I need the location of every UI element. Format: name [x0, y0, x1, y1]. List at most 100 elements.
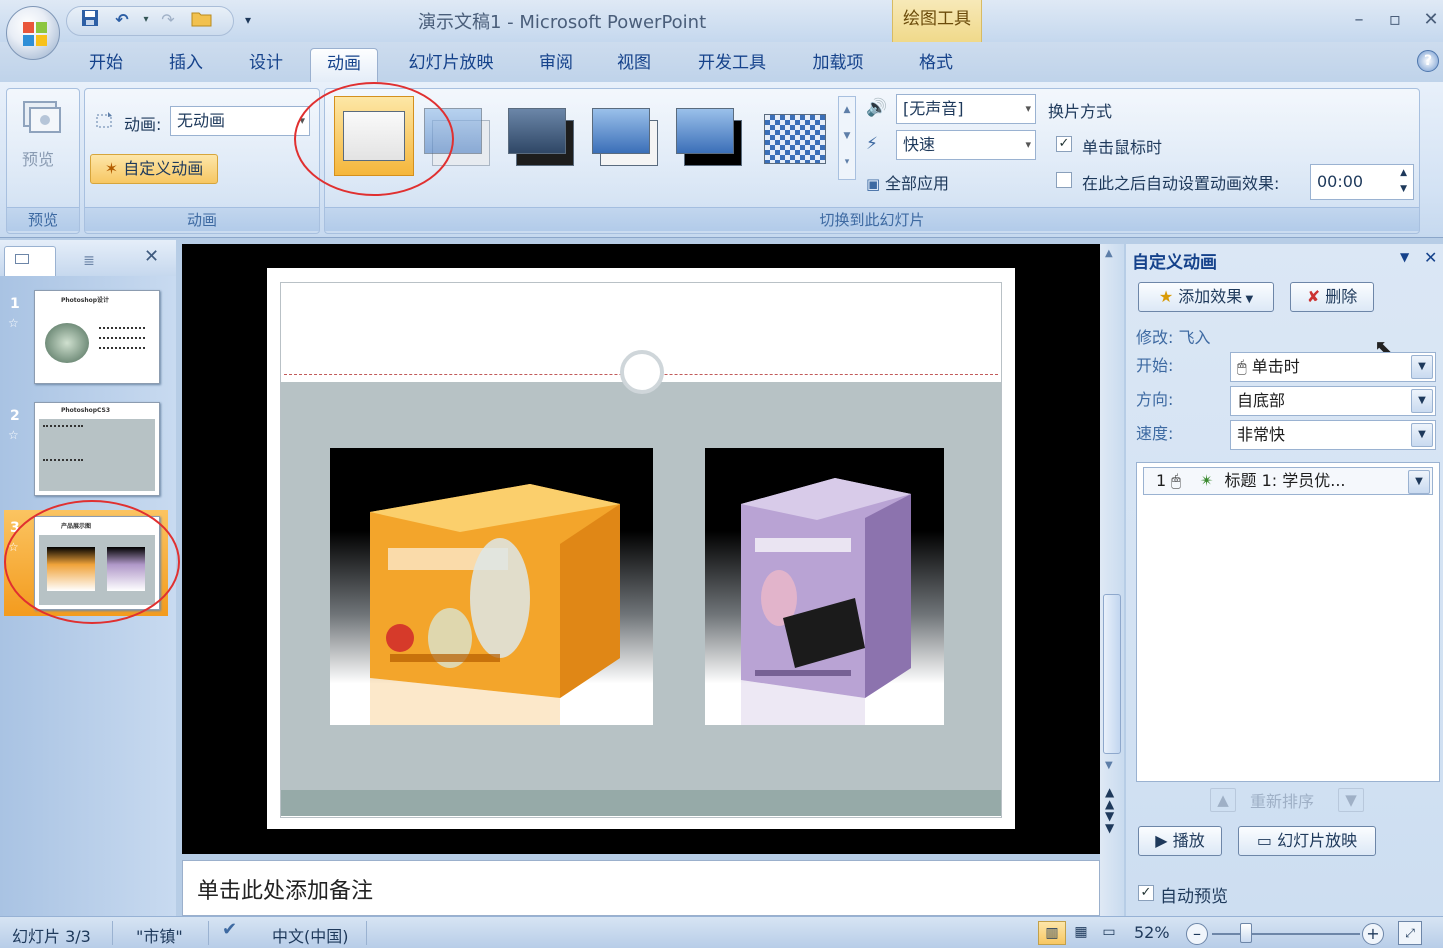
speed-select[interactable]: 非常快 ▼	[1230, 420, 1436, 450]
auto-after-label: 在此之后自动设置动画效果:	[1082, 174, 1280, 193]
slide-thumbnail-2[interactable]: PhotoshopCS3	[34, 402, 160, 496]
play-button[interactable]: ▶ 播放	[1138, 826, 1222, 856]
custom-animation-button[interactable]: ✶ 自定义动画	[90, 154, 218, 184]
auto-preview-checkbox[interactable]: ✓	[1138, 885, 1154, 901]
preview-button[interactable]: 预览	[16, 94, 66, 184]
fit-to-window-icon[interactable]: ⤢	[1398, 921, 1422, 945]
tab-developer[interactable]: 开发工具	[684, 48, 780, 82]
tab-format[interactable]: 格式	[904, 48, 968, 82]
move-up-icon[interactable]: ▲	[1210, 788, 1236, 812]
window-title: 演示文稿1 - Microsoft PowerPoint	[418, 12, 707, 33]
tab-design[interactable]: 设计	[236, 48, 296, 82]
transition-fade-through-black[interactable]	[502, 96, 582, 176]
chevron-down-icon[interactable]: ▼	[1411, 389, 1433, 413]
start-select[interactable]: 🖱 单击时 ▼	[1230, 352, 1436, 382]
product-image-cooker[interactable]	[705, 448, 944, 725]
slide-thumbnail-1[interactable]: Photoshop设计	[34, 290, 160, 384]
gallery-more-icon[interactable]: ▾	[839, 149, 855, 175]
tab-home[interactable]: 开始	[76, 48, 136, 82]
auto-time-spinner[interactable]: 00:00 ▲ ▼	[1310, 164, 1414, 200]
add-effect-button[interactable]: ★ 添加效果 ▼	[1138, 282, 1274, 312]
tab-review[interactable]: 审阅	[526, 48, 586, 82]
list-item-index: 1	[1156, 471, 1167, 490]
undo-dropdown-icon[interactable]: ▾	[134, 8, 158, 32]
advance-mode-title: 换片方式	[1048, 102, 1113, 121]
transition-dissolve[interactable]	[754, 96, 834, 176]
gallery-scroll[interactable]: ▲ ▼ ▾	[838, 96, 856, 180]
list-item[interactable]: 1 🖱 ✴ 标题 1: 学员优... ▼	[1143, 467, 1433, 495]
office-button[interactable]	[6, 6, 60, 60]
move-down-icon[interactable]: ▼	[1338, 788, 1364, 812]
next-slide-icon[interactable]: ▼ ▼	[1105, 810, 1114, 834]
tab-slides-icon[interactable]	[4, 246, 56, 276]
customize-qat-icon[interactable]: ▾	[236, 8, 260, 32]
reorder-label: 重新排序	[1250, 792, 1315, 811]
play-label: 播放	[1172, 831, 1205, 850]
zoom-slider-handle[interactable]	[1240, 923, 1252, 943]
auto-preview-label: 自动预览	[1160, 887, 1228, 907]
taskpane-close-icon[interactable]: ✕	[1424, 248, 1437, 267]
zoom-in-icon[interactable]: +	[1362, 923, 1384, 945]
undo-icon[interactable]: ↶	[110, 8, 134, 32]
tab-addins[interactable]: 加载项	[800, 48, 876, 82]
normal-view-icon[interactable]: ▥	[1038, 921, 1066, 945]
previous-slide-icon[interactable]: ▲ ▲	[1105, 786, 1114, 810]
group-transition-label: 切换到此幻灯片	[325, 207, 1419, 231]
pane-close-icon[interactable]: ✕	[144, 246, 159, 267]
redo-icon[interactable]: ↷	[156, 8, 180, 32]
notes-area[interactable]: 单击此处添加备注	[182, 860, 1100, 916]
speed-value: 非常快	[1237, 425, 1286, 444]
slideshow-button[interactable]: ▭ 幻灯片放映	[1238, 826, 1376, 856]
help-icon[interactable]: ?	[1417, 50, 1439, 72]
tab-view[interactable]: 视图	[604, 48, 664, 82]
zoom-level[interactable]: 52%	[1134, 923, 1170, 942]
transition-cut[interactable]	[586, 96, 666, 176]
save-icon[interactable]	[78, 8, 102, 32]
zoom-slider-track[interactable]	[1212, 933, 1360, 935]
speed-select-value: 快速	[903, 135, 936, 154]
sound-select[interactable]: [无声音] ▾	[896, 94, 1036, 124]
scroll-down-icon[interactable]: ▼	[1105, 760, 1113, 771]
slide-sorter-icon[interactable]: ▦	[1068, 921, 1094, 945]
direction-select[interactable]: 自底部 ▼	[1230, 386, 1436, 416]
tab-insert[interactable]: 插入	[156, 48, 216, 82]
taskpane-menu-icon[interactable]: ▼	[1400, 250, 1409, 264]
auto-time-value: 00:00	[1317, 172, 1364, 191]
scroll-up-icon[interactable]: ▲	[1105, 248, 1113, 259]
minimize-icon[interactable]: –	[1342, 6, 1376, 34]
office-logo-icon	[23, 22, 47, 46]
close-icon[interactable]: ✕	[1414, 6, 1443, 34]
custom-animation-label: 自定义动画	[123, 159, 204, 178]
chevron-down-icon[interactable]: ▼	[1411, 355, 1433, 379]
chevron-down-icon[interactable]: ▼	[1411, 423, 1433, 447]
gallery-down-icon[interactable]: ▼	[839, 123, 855, 149]
animation-select[interactable]: 无动画 ▾	[170, 106, 310, 136]
preview-icon	[23, 101, 61, 133]
open-icon[interactable]	[190, 8, 214, 32]
scroll-thumb[interactable]	[1103, 594, 1121, 754]
slideshow-view-icon[interactable]: ▭	[1096, 921, 1122, 945]
animation-list[interactable]: 1 🖱 ✴ 标题 1: 学员优... ▼	[1136, 462, 1440, 782]
gallery-up-icon[interactable]: ▲	[839, 97, 855, 123]
product-image-blender[interactable]	[330, 448, 653, 725]
chevron-down-icon[interactable]: ▼	[1408, 470, 1430, 494]
tab-outline-icon[interactable]: ≣	[62, 248, 116, 276]
custom-animation-icon: ✶	[104, 159, 124, 178]
zoom-out-icon[interactable]: –	[1186, 923, 1208, 945]
spin-down-icon[interactable]: ▼	[1400, 181, 1407, 197]
delete-button[interactable]: ✘ 删除	[1290, 282, 1374, 312]
on-click-checkbox[interactable]: ✓	[1056, 136, 1072, 152]
tab-slideshow[interactable]: 幻灯片放映	[396, 48, 506, 82]
speed-select[interactable]: 快速 ▾	[896, 130, 1036, 160]
spellcheck-icon[interactable]: ✔	[222, 919, 237, 940]
vertical-scrollbar[interactable]: ▲ ▼ ▲ ▲ ▼ ▼	[1100, 244, 1124, 916]
transition-cut-through-black[interactable]	[670, 96, 750, 176]
modify-label: 修改: 飞入	[1136, 328, 1211, 347]
spin-up-icon[interactable]: ▲	[1400, 165, 1407, 181]
chevron-down-icon: ▾	[1025, 138, 1031, 151]
maximize-icon[interactable]: ▫	[1378, 6, 1412, 34]
language[interactable]: 中文(中国)	[272, 923, 349, 947]
tab-animations[interactable]: 动画	[310, 48, 378, 82]
apply-all-button[interactable]: ▣ 全部应用	[866, 170, 976, 196]
auto-after-checkbox[interactable]	[1056, 172, 1072, 188]
